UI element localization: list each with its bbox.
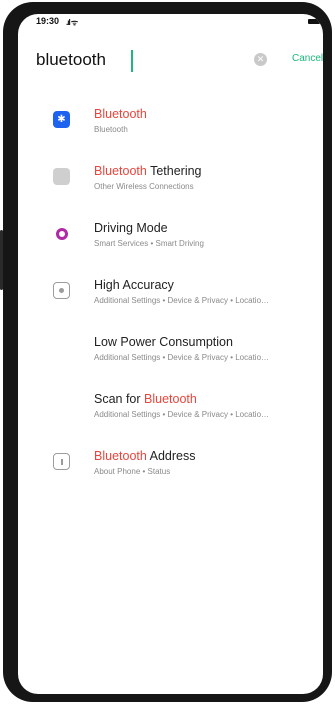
result-subtitle: Bluetooth (94, 125, 128, 134)
result-subtitle: Additional Settings • Device & Privacy •… (94, 296, 270, 305)
result-subtitle: Additional Settings • Device & Privacy •… (94, 410, 270, 419)
result-title: Bluetooth Tethering (94, 164, 202, 178)
result-item-low-power-consumption[interactable]: Low Power Consumption Additional Setting… (18, 326, 323, 378)
result-item-bluetooth[interactable]: ✱ Bluetooth Bluetooth (18, 98, 323, 150)
text-cursor (131, 50, 133, 72)
location-icon (53, 282, 70, 299)
signal-icon: .ıl ᯤ (66, 18, 78, 27)
clear-icon[interactable]: ✕ (254, 53, 267, 66)
result-subtitle: Additional Settings • Device & Privacy •… (94, 353, 270, 362)
status-time: 19:30 (36, 16, 60, 26)
result-title: Low Power Consumption (94, 335, 233, 349)
result-title: Scan for Bluetooth (94, 392, 197, 406)
tethering-icon (53, 168, 70, 185)
battery-icon (308, 19, 320, 24)
phone-frame: 19:30 .ıl ᯤ ✕ Cancel ✱ Bluetooth Bluetoo… (0, 2, 332, 702)
result-subtitle: Other Wireless Connections (94, 182, 194, 191)
result-item-bluetooth-tethering[interactable]: Bluetooth Tethering Other Wireless Conne… (18, 155, 323, 207)
driving-mode-icon (53, 225, 70, 242)
search-bar: ✕ Cancel (36, 48, 323, 88)
bluetooth-icon: ✱ (53, 111, 70, 128)
result-item-high-accuracy[interactable]: High Accuracy Additional Settings • Devi… (18, 269, 323, 321)
result-subtitle: About Phone • Status (94, 467, 171, 476)
info-icon (53, 453, 70, 470)
result-title: Bluetooth Address (94, 449, 196, 463)
result-title: High Accuracy (94, 278, 174, 292)
cancel-button[interactable]: Cancel (292, 53, 323, 64)
status-bar: 19:30 .ıl ᯤ (36, 16, 323, 30)
result-subtitle: Smart Services • Smart Driving (94, 239, 204, 248)
result-title: Driving Mode (94, 221, 168, 235)
result-item-driving-mode[interactable]: Driving Mode Smart Services • Smart Driv… (18, 212, 323, 264)
side-button (0, 230, 3, 290)
screen: 19:30 .ıl ᯤ ✕ Cancel ✱ Bluetooth Bluetoo… (18, 14, 323, 694)
result-item-scan-for-bluetooth[interactable]: Scan for Bluetooth Additional Settings •… (18, 383, 323, 435)
result-title: Bluetooth (94, 107, 147, 121)
result-item-bluetooth-address[interactable]: Bluetooth Address About Phone • Status (18, 440, 323, 492)
